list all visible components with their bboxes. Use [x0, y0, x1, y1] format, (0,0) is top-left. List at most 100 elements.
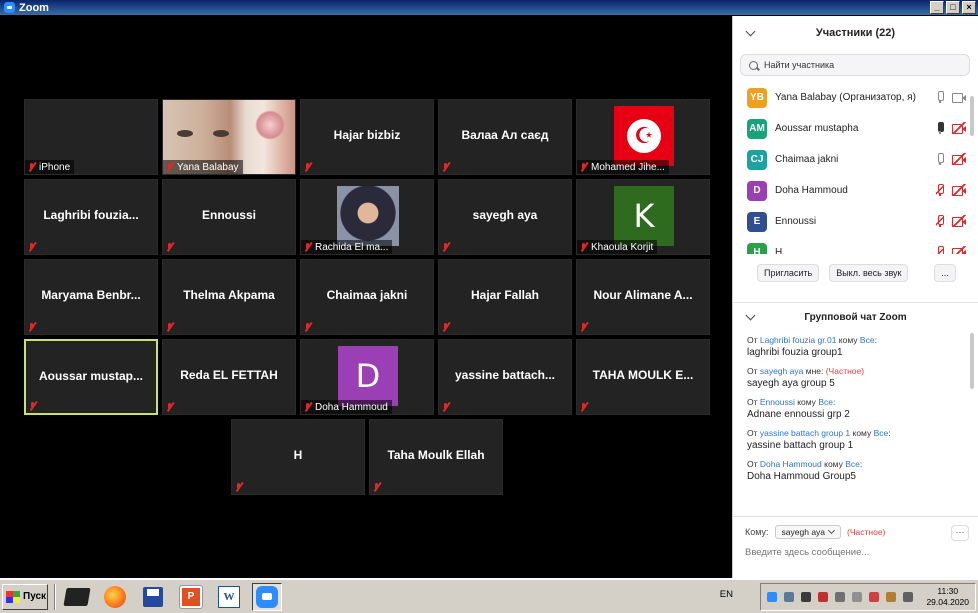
- video-tile[interactable]: iPhone: [24, 99, 158, 175]
- camera-off-icon[interactable]: [952, 215, 966, 227]
- video-tile[interactable]: Chaimaa jakni: [300, 259, 434, 335]
- video-tile[interactable]: Rachida El ma...: [300, 179, 434, 255]
- message-recipient[interactable]: Все: [874, 428, 889, 438]
- participant-row[interactable]: D Doha Hammoud: [733, 175, 978, 206]
- flag-tray-icon[interactable]: [903, 592, 914, 602]
- message-sender[interactable]: sayegh aya: [760, 366, 803, 376]
- minimize-button[interactable]: _: [930, 1, 944, 14]
- video-tile[interactable]: sayegh aya: [438, 179, 572, 255]
- private-label: (Частное): [847, 527, 886, 537]
- participant-scrollbar[interactable]: [970, 96, 974, 136]
- message-recipient[interactable]: Все: [818, 397, 833, 407]
- participant-row[interactable]: CJ Chaimaa jakni: [733, 144, 978, 175]
- collapse-chevron-icon[interactable]: [745, 26, 756, 37]
- participant-row[interactable]: YB Yana Balabay (Организатор, я): [733, 82, 978, 113]
- tile-label: Yana Balabay: [163, 160, 243, 174]
- mute-all-button[interactable]: Выкл. весь звук: [829, 264, 909, 282]
- chat-more-button[interactable]: ···: [951, 525, 969, 541]
- tile-label: [25, 320, 40, 334]
- video-tile[interactable]: K Khaoula Korjit: [576, 179, 710, 255]
- tile-label: [577, 320, 592, 334]
- message-meta: От Ennoussi кому Все:: [747, 397, 978, 407]
- video-tile[interactable]: Ennoussi: [162, 179, 296, 255]
- start-button[interactable]: Пуск: [2, 583, 48, 610]
- camera-off-icon[interactable]: [952, 153, 966, 165]
- chevron-down-icon: [827, 526, 836, 535]
- mic-icon[interactable]: [936, 91, 944, 103]
- window-titlebar: Zoom _ □ ×: [0, 0, 978, 16]
- camera-off-icon[interactable]: [952, 184, 966, 196]
- tile-label: [439, 400, 454, 414]
- message-recipient[interactable]: Все: [845, 459, 860, 469]
- more-options-button[interactable]: ...: [934, 264, 956, 282]
- mic-muted-icon: [441, 322, 450, 332]
- volume-tray-icon[interactable]: [835, 592, 846, 602]
- taskbar-app-save[interactable]: [138, 583, 168, 611]
- camera-icon[interactable]: [952, 91, 966, 103]
- device-tray-icon[interactable]: [801, 592, 812, 602]
- message-sender[interactable]: yassine battach group 1: [760, 428, 850, 438]
- video-tile[interactable]: Reda EL FETTAH: [162, 339, 296, 415]
- taskbar-app-box[interactable]: [62, 583, 92, 611]
- video-tile[interactable]: ☪ Mohamed Jihe...: [576, 99, 710, 175]
- participant-name: TAHA MOULK E...: [592, 368, 694, 382]
- recipient-select[interactable]: sayegh aya: [774, 525, 842, 539]
- message-recipient[interactable]: Все: [860, 335, 875, 345]
- participant-row[interactable]: HH: [733, 237, 978, 254]
- video-tile[interactable]: Taha Moulk Ellah: [369, 419, 503, 495]
- video-tile[interactable]: Aoussar mustap...: [24, 339, 158, 415]
- mic-muted-icon[interactable]: [936, 215, 944, 227]
- video-tile[interactable]: Yana Balabay: [162, 99, 296, 175]
- app-tray-icon[interactable]: [818, 592, 829, 602]
- video-tile[interactable]: TAHA MOULK E...: [576, 339, 710, 415]
- mic-muted-icon[interactable]: [936, 246, 944, 254]
- participant-name: Taha Moulk Ellah: [387, 448, 485, 462]
- taskbar-app-powerpoint[interactable]: P: [176, 583, 206, 611]
- network-tray-icon[interactable]: [784, 592, 795, 602]
- video-tile[interactable]: Hajar Fallah: [438, 259, 572, 335]
- taskbar-app-firefox[interactable]: [100, 583, 130, 611]
- clock[interactable]: 11:30 29.04.2020: [926, 586, 969, 608]
- video-tile[interactable]: H: [231, 419, 365, 495]
- close-button[interactable]: ×: [962, 1, 976, 14]
- taskbar-app-word[interactable]: W: [214, 583, 244, 611]
- message-input[interactable]: [733, 539, 953, 558]
- video-tile[interactable]: Валаа Ал саєд: [438, 99, 572, 175]
- message-sender[interactable]: Ennoussi: [760, 397, 795, 407]
- video-tile[interactable]: D Doha Hammoud: [300, 339, 434, 415]
- signal-tray-icon[interactable]: [852, 592, 863, 602]
- language-indicator[interactable]: EN: [720, 589, 733, 600]
- video-tile[interactable]: Nour Alimane A...: [576, 259, 710, 335]
- zoom-tray-icon[interactable]: [767, 592, 778, 602]
- camera-off-icon[interactable]: [952, 246, 966, 254]
- chat-scrollbar[interactable]: [970, 333, 974, 389]
- collapse-chevron-icon[interactable]: [745, 310, 756, 321]
- video-tile[interactable]: Maryama Benbr...: [24, 259, 158, 335]
- taskbar-app-zoom[interactable]: [252, 582, 282, 611]
- security-tray-icon[interactable]: [869, 592, 880, 602]
- video-tile[interactable]: Thelma Akpama: [162, 259, 296, 335]
- participant-name: sayegh aya: [472, 208, 538, 222]
- video-tile[interactable]: yassine battach...: [438, 339, 572, 415]
- maximize-button[interactable]: □: [946, 1, 960, 14]
- side-panel: Участники (22) Найти участника YB Yana Ba…: [732, 16, 978, 578]
- message-sender[interactable]: Doha Hammoud: [760, 459, 822, 469]
- participant-status: [936, 122, 966, 134]
- tile-label: [25, 240, 40, 254]
- mic-icon[interactable]: [936, 122, 944, 134]
- participant-search[interactable]: Найти участника: [740, 54, 970, 76]
- shield-tray-icon[interactable]: [886, 592, 897, 602]
- participant-row[interactable]: AM Aoussar mustapha: [733, 113, 978, 144]
- search-placeholder[interactable]: Найти участника: [764, 60, 834, 70]
- video-tile[interactable]: Hajar bizbiz: [300, 99, 434, 175]
- invite-button[interactable]: Пригласить: [757, 264, 820, 282]
- video-tile[interactable]: Laghribi fouzia...: [24, 179, 158, 255]
- message-sender[interactable]: Laghribi fouzia gr.01: [760, 335, 837, 345]
- mic-muted-icon: [165, 242, 174, 252]
- participants-title: Участники (22): [815, 27, 896, 39]
- participant-name: Ennoussi: [201, 208, 256, 222]
- mic-icon[interactable]: [936, 153, 944, 165]
- mic-muted-icon[interactable]: [936, 184, 944, 196]
- participant-row[interactable]: E Ennoussi: [733, 206, 978, 237]
- camera-off-icon[interactable]: [952, 122, 966, 134]
